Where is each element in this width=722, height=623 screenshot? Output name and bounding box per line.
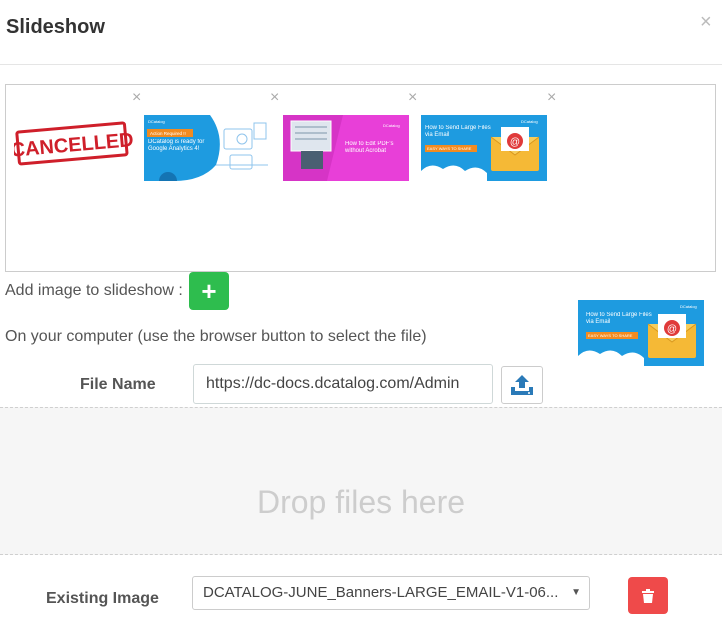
- add-image-button[interactable]: +: [189, 272, 229, 310]
- plus-icon: +: [201, 275, 217, 306]
- caret-down-icon: ▼: [571, 587, 581, 598]
- trash-icon: [642, 588, 654, 603]
- gallery-image-google-analytics[interactable]: DCatalog Action Required !! DCatalog is …: [144, 115, 270, 190]
- dropzone-text: Drop files here: [256, 483, 466, 520]
- svg-text:@: @: [667, 324, 677, 335]
- existing-image-selected: DCATALOG-JUNE_Banners-LARGE_EMAIL-V1-06.…: [203, 584, 559, 601]
- slideshow-gallery: CANCELLED DCatalog Action Required !! DC…: [5, 84, 716, 272]
- svg-text:DCatalog: DCatalog: [148, 119, 165, 124]
- delete-image-button[interactable]: [628, 577, 668, 614]
- svg-text:@: @: [510, 137, 520, 148]
- upload-icon: [511, 375, 533, 395]
- selected-file-preview: @ DCatalog How to Send Large Files via E…: [578, 300, 704, 366]
- modal-title: Slideshow: [6, 16, 105, 38]
- add-image-label: Add image to slideshow :: [5, 282, 183, 299]
- remove-image-icon[interactable]: ×: [132, 90, 141, 106]
- svg-text:EASY WAYS TO SHARE: EASY WAYS TO SHARE: [588, 333, 633, 338]
- dropzone[interactable]: Drop files here: [0, 407, 722, 555]
- svg-text:Action Required !!: Action Required !!: [150, 131, 186, 136]
- existing-image-select[interactable]: DCATALOG-JUNE_Banners-LARGE_EMAIL-V1-06.…: [192, 576, 590, 610]
- remove-image-icon[interactable]: ×: [547, 90, 556, 106]
- file-name-input[interactable]: [193, 364, 493, 404]
- gallery-image-cancelled[interactable]: CANCELLED: [10, 119, 140, 185]
- close-icon[interactable]: ×: [700, 12, 712, 32]
- svg-text:DCatalog: DCatalog: [383, 123, 400, 128]
- svg-text:DCatalog: DCatalog: [521, 119, 538, 124]
- svg-text:DCatalog: DCatalog: [680, 304, 697, 309]
- remove-image-icon[interactable]: ×: [270, 90, 279, 106]
- upload-button[interactable]: [501, 366, 543, 404]
- existing-image-label: Existing Image: [46, 590, 159, 607]
- gallery-image-large-files[interactable]: @ DCatalog How to Send Large Files via E…: [421, 115, 547, 181]
- remove-image-icon[interactable]: ×: [408, 90, 417, 106]
- gallery-image-edit-pdfs[interactable]: DCatalog How to Edit PDF's without Acrob…: [283, 115, 409, 181]
- header-divider: [0, 64, 722, 65]
- svg-text:EASY WAYS TO SHARE: EASY WAYS TO SHARE: [427, 146, 472, 151]
- file-name-label: File Name: [80, 376, 156, 393]
- computer-upload-label: On your computer (use the browser button…: [5, 328, 427, 345]
